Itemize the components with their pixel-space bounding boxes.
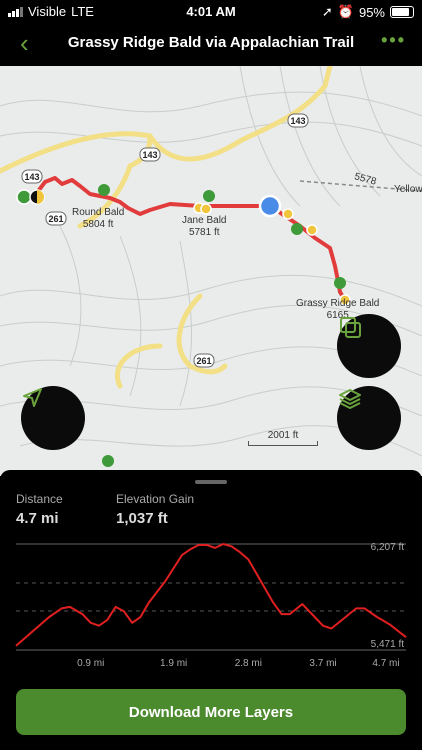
peak-icon: [334, 277, 346, 289]
distance-value: 4.7 mi: [16, 510, 59, 527]
road-shield-label: 261: [48, 214, 63, 224]
current-location-dot: [258, 194, 282, 218]
elevation-gain-label: Elevation Gain: [116, 492, 195, 506]
navigation-arrow-icon: [23, 388, 42, 407]
location-arrow-icon: ➚: [321, 4, 333, 19]
nav-bar: ‹ Grassy Ridge Bald via Appalachian Trai…: [0, 22, 422, 66]
alarm-icon: ⏰: [337, 4, 354, 19]
overlay-squares-icon: [340, 317, 361, 338]
road-shield-label: 143: [142, 150, 157, 160]
jane-bald-name: Jane Bald: [182, 215, 227, 226]
trail-route: [31, 176, 347, 302]
download-more-layers-button[interactable]: Download More Layers: [16, 689, 406, 735]
overlay-toggle-button[interactable]: [337, 314, 401, 378]
waypoint-marker: [306, 224, 318, 236]
chevron-left-icon: ‹: [20, 28, 29, 58]
waypoint-marker: [200, 203, 212, 215]
peak-icon: [98, 184, 110, 196]
x-tick-label: 4.7 mi: [372, 658, 399, 669]
back-button[interactable]: ‹: [20, 30, 48, 58]
round-bald-label: Round Bald 5804 ft: [72, 207, 124, 231]
layers-icon: [339, 389, 361, 409]
battery-icon: [390, 6, 414, 18]
scale-bar: [248, 441, 318, 446]
x-tick-label: 1.9 mi: [160, 658, 187, 669]
yellow-label: Yellow: [394, 184, 422, 195]
trailhead-marker: [16, 189, 45, 205]
map-scale: 2001 ft: [248, 430, 318, 446]
distance-stat: Distance 4.7 mi: [16, 492, 63, 527]
grassy-ridge-name: Grassy Ridge Bald: [296, 298, 380, 309]
peak-icon: [291, 223, 303, 235]
more-button[interactable]: •••: [381, 30, 406, 51]
peak-icon: [102, 455, 114, 467]
x-tick-label: 3.7 mi: [309, 658, 336, 669]
road-shield-label: 143: [24, 172, 39, 182]
battery-percent: 95%: [358, 4, 385, 20]
y-tick-label: 5,471 ft: [371, 639, 405, 650]
locate-me-button[interactable]: [21, 386, 85, 450]
peak-icon: [203, 190, 215, 202]
elevation-line: [15, 543, 407, 647]
jane-bald-elev: 5781 ft: [188, 227, 220, 238]
elevation-profile-chart[interactable]: 6,207 ft 5,471 ft 0.9 mi 1.9 mi 2.8 mi 3.7 mi…: [0, 534, 422, 674]
jane-bald-label: Jane Bald 5781 ft: [182, 215, 226, 239]
trail-map[interactable]: 143 143 143 261 261 Round Bald 5804 ft J…: [0, 66, 422, 476]
x-tick-label: 2.8 mi: [235, 658, 262, 669]
elevation-gain-stat: Elevation Gain 1,037 ft: [116, 492, 194, 527]
page-title: Grassy Ridge Bald via Appalachian Trail: [67, 34, 355, 51]
round-bald-elev: 5804 ft: [82, 219, 114, 230]
map-layers-button[interactable]: [337, 386, 401, 450]
elevation-gain-value: 1,037 ft: [116, 510, 168, 527]
road-shield-label: 143: [290, 116, 305, 126]
scale-label: 2001 ft: [267, 430, 299, 441]
distance-label: Distance: [16, 492, 63, 506]
waypoint-marker: [282, 208, 294, 220]
bottom-sheet: Distance 4.7 mi Elevation Gain 1,037 ft …: [0, 470, 422, 750]
sheet-grabber[interactable]: [195, 480, 227, 484]
road-shield-label: 261: [196, 356, 211, 366]
y-tick-label: 6,207 ft: [371, 542, 405, 553]
road-network: [0, 66, 333, 389]
status-bar: Visible LTE 4:01 AM ➚ ⏰ 95%: [0, 0, 422, 22]
x-tick-label: 0.9 mi: [77, 658, 104, 669]
status-right: ➚ ⏰ 95%: [322, 4, 414, 20]
more-dots-icon: •••: [381, 30, 406, 50]
round-bald-name: Round Bald: [72, 207, 125, 218]
